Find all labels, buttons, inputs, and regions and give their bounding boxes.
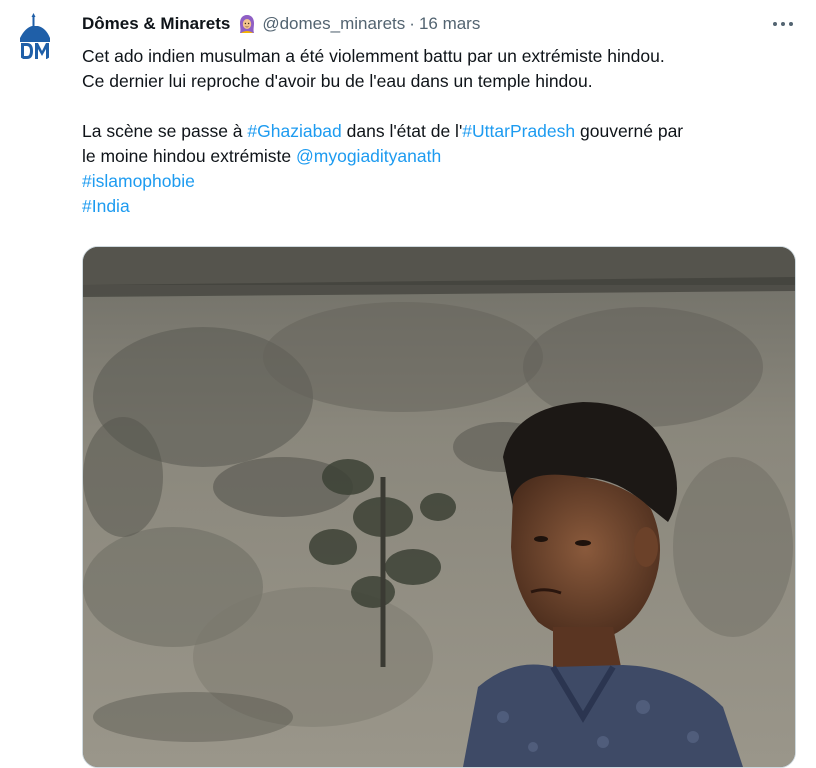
more-horizontal-icon: [773, 22, 793, 26]
more-options-button[interactable]: [768, 12, 798, 36]
text-segment: La scène se passe à: [82, 121, 248, 141]
avatar[interactable]: [10, 12, 60, 62]
text-segment: le moine hindou extrémiste: [82, 146, 296, 166]
hashtag-islamophobie[interactable]: #islamophobie: [82, 171, 195, 191]
tweet-text-line: La scène se passe à #Ghaziabad dans l'ét…: [82, 119, 802, 144]
hashtag-uttarpradesh[interactable]: #UttarPradesh: [462, 121, 575, 141]
tweet-card[interactable]: Dômes & Minarets @domes_minarets · 16 ma…: [0, 0, 816, 768]
woman-with-headscarf-emoji-icon: [238, 14, 256, 34]
tweet-text-line: le moine hindou extrémiste @myogiadityan…: [82, 144, 802, 169]
video-thumbnail[interactable]: [82, 246, 796, 768]
tweet-text-line: Cet ado indien musulman a été violemment…: [82, 46, 665, 66]
mention-myogiadityanath[interactable]: @myogiadityanath: [296, 146, 441, 166]
hashtag-india[interactable]: #India: [82, 196, 130, 216]
author-display-name[interactable]: Dômes & Minarets: [82, 14, 230, 34]
header-separator: ·: [409, 14, 415, 33]
tweet-text-line: #India: [82, 194, 802, 219]
hashtag-ghaziabad[interactable]: #Ghaziabad: [247, 121, 341, 141]
video-frame-image: [83, 247, 795, 767]
tweet-text: Cet ado indien musulman a été violemment…: [82, 44, 802, 219]
tweet-date[interactable]: 16 mars: [419, 14, 480, 34]
text-segment: dans l'état de l': [341, 121, 463, 141]
domes-minarets-logo-icon: [10, 12, 60, 62]
text-segment: gouverné par: [575, 121, 684, 141]
tweet-text-line: #islamophobie: [82, 169, 802, 194]
tweet-header: Dômes & Minarets @domes_minarets · 16 ma…: [82, 12, 804, 36]
author-handle[interactable]: @domes_minarets: [262, 14, 405, 34]
tweet-text-line: Ce dernier lui reproche d'avoir bu de l'…: [82, 71, 593, 91]
